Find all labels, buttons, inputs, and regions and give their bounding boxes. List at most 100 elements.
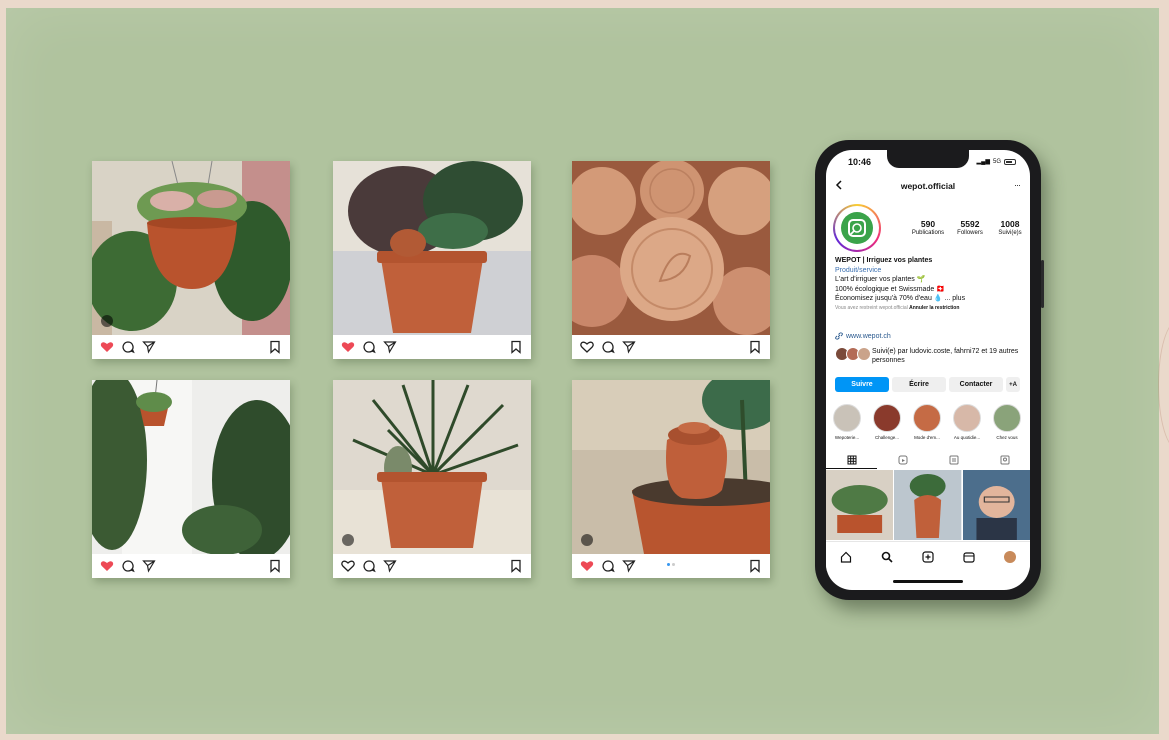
- bookmark-icon[interactable]: [268, 340, 282, 354]
- smartphone: 10:46 ▂▄▆ 5G wepot.official ··· 590 Publ…: [815, 140, 1044, 600]
- wepot-logo-icon: [841, 212, 873, 244]
- followed-by-text[interactable]: Suivi(e) par ludovic.coste, fahrni72 et …: [872, 347, 1028, 365]
- instagram-post-card[interactable]: [92, 161, 290, 359]
- bookmark-icon[interactable]: [509, 559, 523, 573]
- active-tab-indicator: [826, 468, 877, 469]
- share-icon[interactable]: [383, 559, 397, 573]
- more-options-icon[interactable]: ···: [1014, 180, 1021, 190]
- post-action-bar: [572, 335, 770, 359]
- post-action-bar: [333, 554, 531, 578]
- create-post-icon[interactable]: [922, 550, 934, 563]
- comment-icon[interactable]: [601, 559, 615, 573]
- bio-line: L'art d'irriguer vos plantes 🌱: [835, 276, 926, 284]
- heart-icon[interactable]: [100, 340, 114, 354]
- profile-post-grid: [826, 470, 1030, 540]
- post-action-bar: [572, 554, 770, 578]
- instagram-profile-screen: 10:46 ▂▄▆ 5G wepot.official ··· 590 Publ…: [826, 150, 1030, 590]
- suggest-people-button[interactable]: +A: [1006, 377, 1020, 392]
- home-icon[interactable]: [840, 551, 852, 563]
- highlight-item[interactable]: Au quotidie...: [950, 404, 984, 444]
- multiple-images-icon: [101, 315, 113, 327]
- bookmark-icon[interactable]: [748, 340, 762, 354]
- bio-category[interactable]: Produit/service: [835, 266, 1025, 276]
- shop-icon[interactable]: [963, 551, 975, 563]
- story-highlights: Wepoterie... Challenge... Mode d'em... A…: [830, 404, 1030, 444]
- restriction-note: Vous avez restreint wepot.official Annul…: [835, 304, 960, 311]
- instagram-post-card[interactable]: [572, 161, 770, 359]
- comment-icon[interactable]: [121, 340, 135, 354]
- instagram-post-card[interactable]: [333, 161, 531, 359]
- heart-icon[interactable]: [341, 340, 355, 354]
- bookmark-icon[interactable]: [268, 559, 282, 573]
- highlight-item[interactable]: Chez vous: [990, 404, 1024, 444]
- stat-publications[interactable]: 590 Publications: [910, 219, 946, 236]
- comment-icon[interactable]: [601, 340, 615, 354]
- reels-icon[interactable]: [898, 455, 908, 465]
- share-icon[interactable]: [383, 340, 397, 354]
- bottom-navigation: [826, 541, 1030, 571]
- stat-following[interactable]: 1008 Suivi(e)s: [992, 219, 1028, 236]
- heart-icon[interactable]: [341, 559, 355, 573]
- status-time: 10:46: [848, 157, 872, 167]
- instagram-post-card[interactable]: [572, 380, 770, 578]
- website-link[interactable]: www.wepot.ch: [835, 332, 891, 340]
- comment-icon[interactable]: [121, 559, 135, 573]
- share-icon[interactable]: [622, 559, 636, 573]
- heart-icon[interactable]: [100, 559, 114, 573]
- heart-icon[interactable]: [580, 559, 594, 573]
- share-icon[interactable]: [142, 340, 156, 354]
- post-photo-dracaena-pot[interactable]: [333, 380, 531, 554]
- profile-username: wepot.official: [900, 181, 956, 191]
- contact-button[interactable]: Contacter: [949, 377, 1003, 392]
- home-indicator: [893, 580, 963, 583]
- network-label: 5G: [992, 158, 1001, 165]
- post-photo-wepot-in-soil[interactable]: [572, 380, 770, 554]
- post-photo-hanging-plant[interactable]: [92, 161, 290, 335]
- profile-avatar-tab[interactable]: [1003, 550, 1016, 563]
- profile-action-buttons: Suivre Écrire Contacter +A: [835, 377, 1020, 392]
- bio-line[interactable]: Économisez jusqu'à 70% d'eau 💧 ... plus: [835, 294, 1025, 304]
- post-action-bar: [92, 554, 290, 578]
- instagram-post-card[interactable]: [333, 380, 531, 578]
- phone-notch: [887, 150, 969, 168]
- mutual-follower-avatars: [835, 347, 871, 361]
- guides-icon[interactable]: [949, 455, 959, 465]
- profile-avatar[interactable]: [833, 204, 881, 252]
- comment-icon[interactable]: [362, 559, 376, 573]
- follow-button[interactable]: Suivre: [835, 377, 889, 392]
- post-action-bar: [92, 335, 290, 359]
- avatar: [857, 347, 871, 361]
- phone-side-button: [1041, 260, 1044, 308]
- decorative-ring: [1158, 320, 1169, 450]
- grid-icon[interactable]: [847, 455, 857, 465]
- bookmark-icon[interactable]: [748, 559, 762, 573]
- message-button[interactable]: Écrire: [892, 377, 946, 392]
- share-icon[interactable]: [142, 559, 156, 573]
- status-indicators: ▂▄▆ 5G: [976, 158, 1016, 165]
- highlight-item[interactable]: Challenge...: [870, 404, 904, 444]
- stat-followers[interactable]: 5592 Followers: [950, 219, 990, 236]
- bookmark-icon[interactable]: [509, 340, 523, 354]
- heart-icon[interactable]: [580, 340, 594, 354]
- grid-thumbnail[interactable]: [894, 470, 962, 540]
- search-icon[interactable]: [881, 551, 893, 563]
- highlight-item[interactable]: Wepoterie...: [830, 404, 864, 444]
- battery-icon: [1004, 158, 1016, 165]
- signal-icon: ▂▄▆: [976, 159, 990, 165]
- share-icon[interactable]: [622, 340, 636, 354]
- post-photo-window-plants[interactable]: [92, 380, 290, 554]
- tagged-icon[interactable]: [1000, 455, 1010, 465]
- post-action-bar: [333, 335, 531, 359]
- undo-restriction-link[interactable]: Annuler la restriction: [909, 305, 959, 311]
- bio-line: 100% écologique et Swissmade 🇨🇭: [835, 285, 945, 293]
- instagram-post-card[interactable]: [92, 380, 290, 578]
- grid-thumbnail[interactable]: [962, 470, 1030, 540]
- link-icon: [835, 332, 843, 340]
- multiple-images-icon: [581, 534, 593, 546]
- highlight-item[interactable]: Mode d'em...: [910, 404, 944, 444]
- post-photo-terracotta-lids[interactable]: [572, 161, 770, 335]
- post-photo-calathea-pot[interactable]: [333, 161, 531, 335]
- comment-icon[interactable]: [362, 340, 376, 354]
- bio-name: WEPOT | Irriguez vos plantes: [835, 257, 933, 264]
- grid-thumbnail[interactable]: [826, 470, 894, 540]
